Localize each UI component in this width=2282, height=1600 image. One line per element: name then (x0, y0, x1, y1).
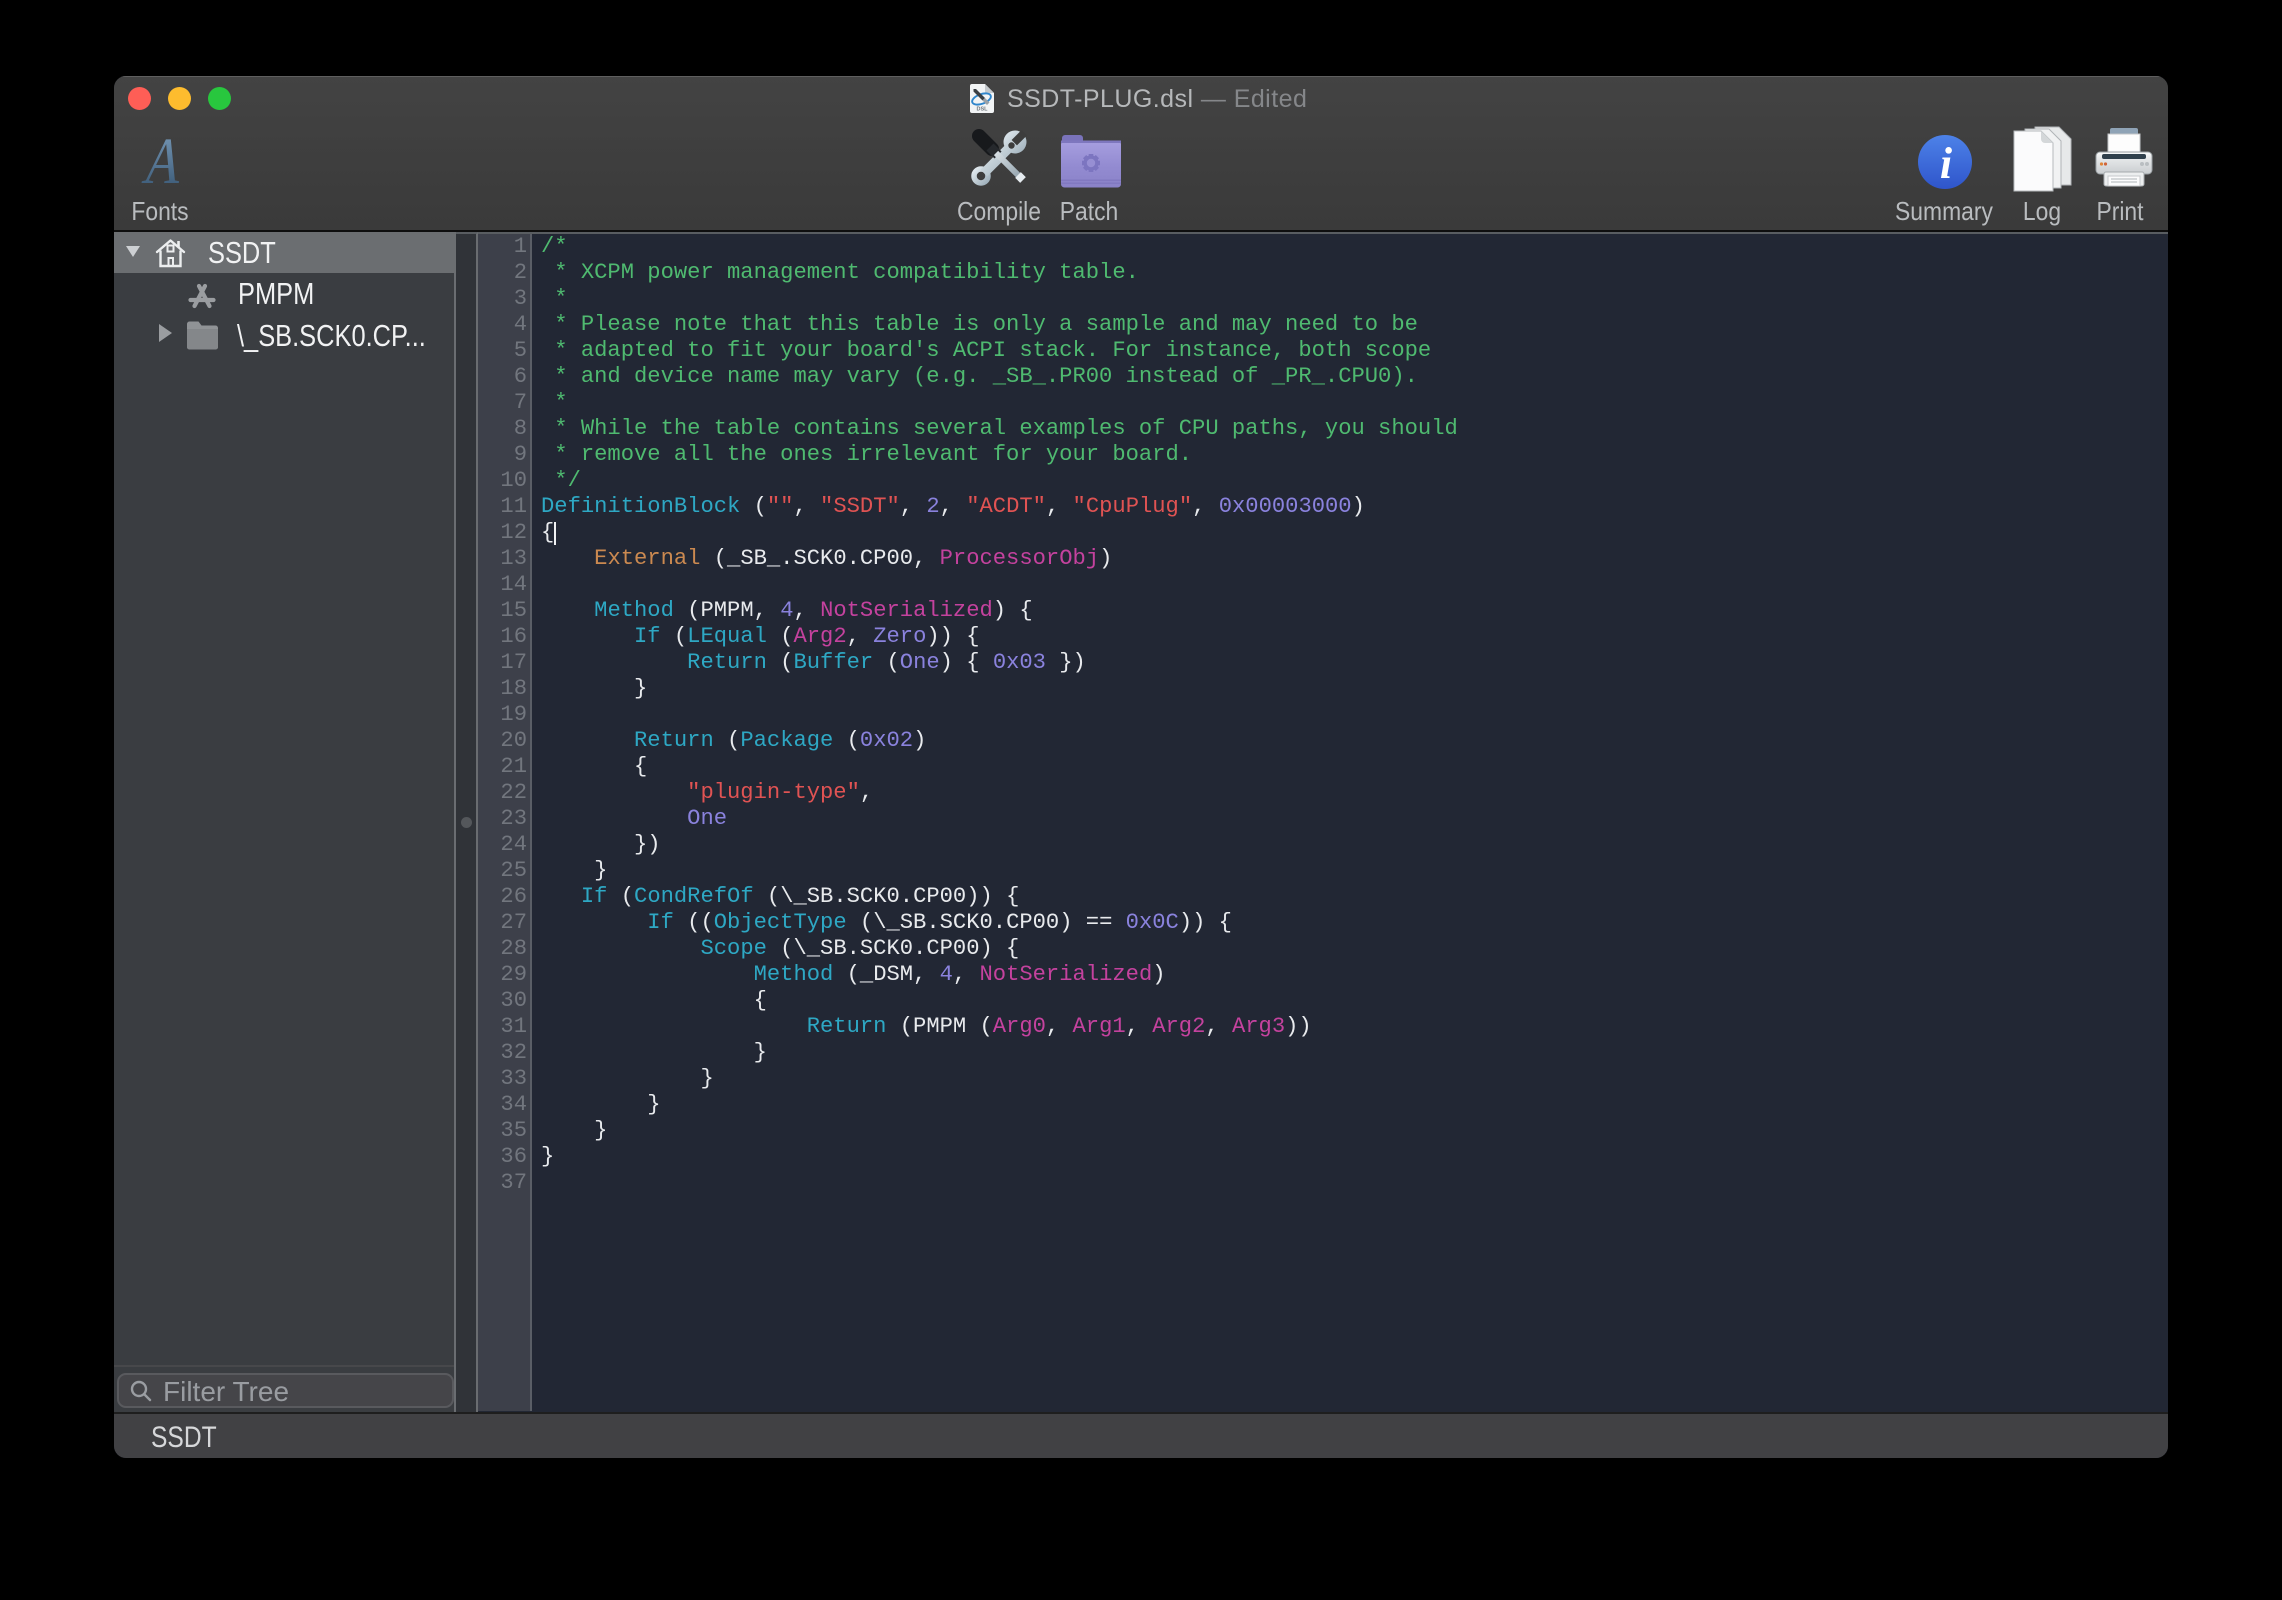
svg-text:i: i (1940, 139, 1953, 188)
svg-text:A: A (138, 134, 188, 190)
svg-text:DSL: DSL (977, 107, 989, 113)
